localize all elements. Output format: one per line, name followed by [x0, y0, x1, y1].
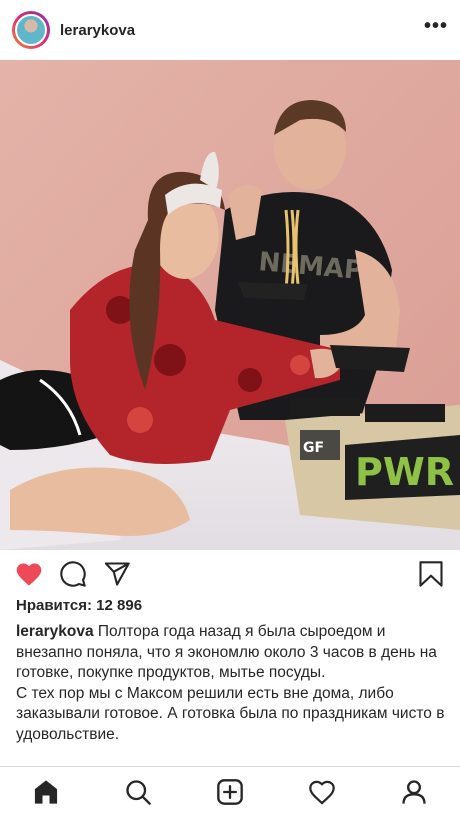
search-icon[interactable]: [118, 772, 158, 812]
caption-paragraph-1: lerarykova Полтора года назад я была сыр…: [16, 622, 446, 684]
likes-count[interactable]: Нравится: 12 896: [16, 597, 142, 614]
caption-username[interactable]: lerarykova: [16, 623, 94, 640]
add-post-icon[interactable]: [210, 772, 250, 812]
post-username[interactable]: lerarykova: [60, 22, 135, 39]
post-caption: lerarykova Полтора года назад я была сыр…: [16, 622, 446, 745]
paper-plane-icon[interactable]: [102, 559, 132, 589]
bookmark-icon[interactable]: [416, 559, 446, 589]
avatar-image: [15, 14, 47, 46]
comment-icon[interactable]: [58, 559, 88, 589]
more-options-icon[interactable]: •••: [424, 16, 448, 44]
profile-icon[interactable]: [394, 772, 434, 812]
heart-filled-icon[interactable]: [14, 559, 44, 589]
home-icon[interactable]: [26, 772, 66, 812]
post-actions: [0, 555, 460, 593]
box-logo-text: GF: [303, 440, 324, 456]
post-header: lerarykova •••: [0, 0, 460, 60]
box-brand-text: PWR: [355, 450, 454, 494]
activity-heart-icon[interactable]: [302, 772, 342, 812]
bottom-tab-bar: [0, 766, 460, 816]
avatar[interactable]: [12, 11, 50, 49]
post-photo[interactable]: NEMAP GF PWR: [0, 60, 460, 550]
caption-paragraph-2: С тех пор мы с Максом решили есть вне до…: [16, 684, 445, 743]
